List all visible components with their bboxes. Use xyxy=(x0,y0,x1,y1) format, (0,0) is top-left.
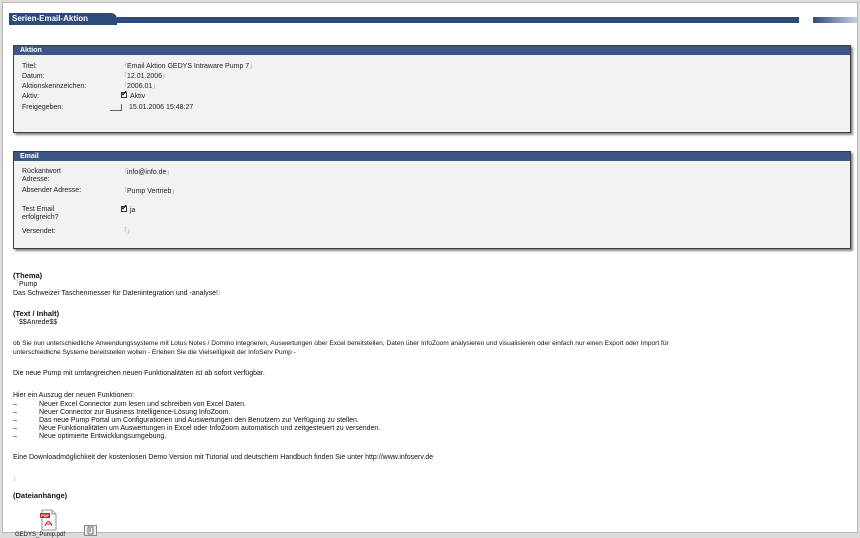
thema-field[interactable]: 「Pump xyxy=(13,280,37,289)
titel-value: Email Aktion GEDYS Intraware Pump 7 xyxy=(127,63,250,70)
test-checkbox[interactable]: ja xyxy=(121,203,136,216)
thema-subtitle: Das Schweizer Taschenmesser für Datenint… xyxy=(13,290,224,297)
aktiv-check-icon[interactable] xyxy=(121,89,128,99)
thema-subtitle-text: Das Schweizer Taschenmesser für Datenint… xyxy=(13,290,218,297)
aktiv-checkbox[interactable]: Aktiv xyxy=(121,89,146,102)
paperclip-glyph xyxy=(87,526,94,535)
page-title: Serien-Email-Aktion xyxy=(9,13,117,25)
titel-field[interactable]: 「Email Aktion GEDYS Intraware Pump 7」 xyxy=(121,62,255,72)
inhalt-para3: Eine Downloadmöglichkeit der kostenlosen… xyxy=(13,454,434,461)
aktion-section: Aktion Titel: 「Email Aktion GEDYS Intraw… xyxy=(13,45,851,133)
title-gradient xyxy=(813,17,857,23)
anhaenge-field-marker: 「 xyxy=(13,500,20,506)
inhalt-end-marker: 」 xyxy=(13,476,20,482)
datum-value: 12.01.2006 xyxy=(127,73,163,80)
rueckantwort-value: info@info.de xyxy=(127,169,167,176)
datum-label: Datum: xyxy=(22,73,45,80)
attachment-filename[interactable]: GEDYS_Pump.pdf xyxy=(15,532,65,538)
rueckantwort-field[interactable]: 「info@info.de」 xyxy=(121,168,172,178)
thema-header: (Thema) xyxy=(13,271,43,280)
kennzeichen-label: Aktionskennzeichen: xyxy=(22,83,87,90)
inhalt-para2: Die neue Pump mit umfangreichen neuen Fu… xyxy=(13,370,265,377)
versendet-label: Versendet: xyxy=(22,228,56,235)
list-intro: Hier ein Auszug der neuen Funktionen: xyxy=(13,392,135,399)
form-frame: Serien-Email-Aktion Aktion Titel: 「Email… xyxy=(2,2,858,538)
anrede-field[interactable]: 「$$Anrede$$ xyxy=(13,318,57,327)
absender-field[interactable]: 「Pump Vertrieb」 xyxy=(121,187,177,197)
list-dash: – xyxy=(13,433,17,440)
title-bar: Serien-Email-Aktion xyxy=(9,13,857,25)
titel-label: Titel: xyxy=(22,63,37,70)
anhaenge-header: (Dateianhänge) xyxy=(13,491,68,500)
aktion-header: Aktion xyxy=(14,46,850,55)
kennzeichen-value: 2006.01 xyxy=(127,83,153,90)
test-label: Test Email erfolgreich? xyxy=(22,206,59,221)
thema-value: Pump xyxy=(19,281,38,288)
list-item-text: Neue optimierte Entwicklungsumgebung. xyxy=(39,433,167,440)
inhalt-para1-line2: unterschiedliche Systeme bereitstellen w… xyxy=(13,349,296,356)
email-section: Email Rückantwort Adresse: 「info@info.de… xyxy=(13,151,851,249)
inhalt-header: (Text / Inhalt) xyxy=(13,309,60,318)
pdf-file-icon[interactable]: PDF xyxy=(40,509,58,531)
rueckantwort-label: Rückantwort Adresse: xyxy=(22,168,61,183)
aktiv-value: Aktiv xyxy=(130,93,146,100)
freigeben-button[interactable] xyxy=(110,104,122,111)
freigegeben-value: 15.01.2006 15:48:27 xyxy=(129,104,194,111)
aktiv-label: Aktiv: xyxy=(22,93,40,100)
inhalt-para1-line1: ob Sie nun unterschiedliche Anwendungssy… xyxy=(13,340,669,347)
anrede-value: $$Anrede$$ xyxy=(19,319,58,326)
test-check-icon[interactable] xyxy=(121,203,128,213)
paperclip-icon[interactable] xyxy=(84,525,97,536)
email-header: Email xyxy=(14,152,850,161)
freigegeben-label: Freigegeben: xyxy=(22,104,64,111)
test-value: ja xyxy=(130,207,136,214)
title-rule xyxy=(117,17,799,23)
svg-text:PDF: PDF xyxy=(41,513,50,518)
absender-label: Absender Adresse: xyxy=(22,187,82,194)
versendet-field[interactable]: 「」 xyxy=(121,227,133,237)
datum-field[interactable]: 「12.01.2006」 xyxy=(121,72,168,82)
absender-value: Pump Vertrieb xyxy=(127,188,172,195)
